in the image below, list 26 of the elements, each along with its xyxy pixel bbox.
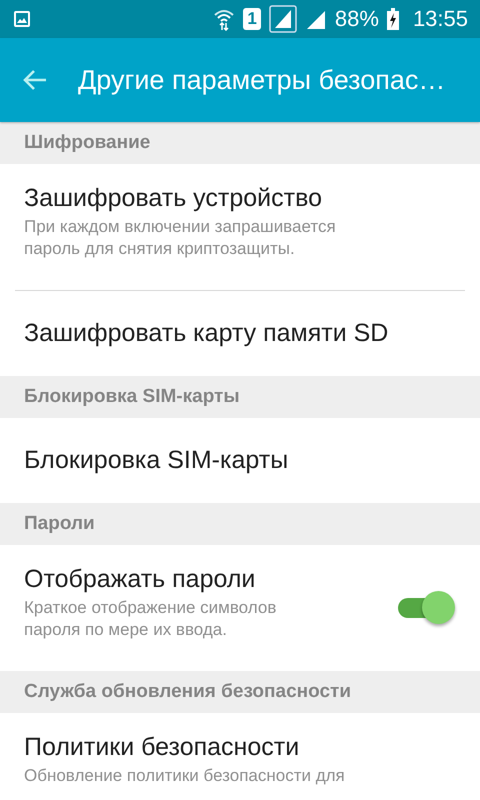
screen-title: Другие параметры безопас… (78, 64, 446, 96)
signal-icon (268, 5, 297, 33)
item-title: Зашифровать карту памяти SD (24, 319, 390, 348)
item-summary: Краткое отображение символов пароля по мере их ввода. (24, 597, 278, 642)
settings-item[interactable]: Политики безопасности Обновление политики безопасности для (0, 713, 480, 800)
section-title: Шифрование (24, 132, 150, 154)
item-title: Отображать пароли (24, 565, 256, 594)
section-title: Пароли (24, 513, 95, 535)
image-icon (12, 9, 32, 29)
settings-item[interactable]: Зашифровать карту памяти SD (0, 291, 480, 376)
item-summary: Обновление политики безопасности для (24, 765, 346, 787)
clock: 13:55 (412, 6, 468, 32)
item-title: Зашифровать устройство (24, 184, 323, 213)
back-arrow-icon (22, 69, 48, 91)
section-title: Блокировка SIM-карты (24, 386, 240, 408)
wifi-icon (213, 7, 236, 31)
battery-percent: 88% (334, 6, 379, 32)
section-title: Служба обновления безопасности (24, 681, 352, 703)
battery-charging-icon (386, 8, 399, 30)
item-summary: При каждом включении запрашивается пароль для снятия криптозащиты. (24, 216, 337, 260)
item-title: Блокировка SIM-карты (24, 446, 290, 475)
settings-item[interactable]: Зашифровать устройство При каждом включении запрашивается пароль для снятия криптозащиты. (0, 164, 480, 290)
settings-item[interactable]: Отображать пароли Краткое отображение символов пароля по мере их ввода. (0, 545, 480, 671)
settings-item[interactable]: Блокировка SIM-карты (0, 418, 480, 503)
sim-badge: 1 (243, 8, 261, 30)
item-title: Политики безопасности (24, 733, 300, 762)
